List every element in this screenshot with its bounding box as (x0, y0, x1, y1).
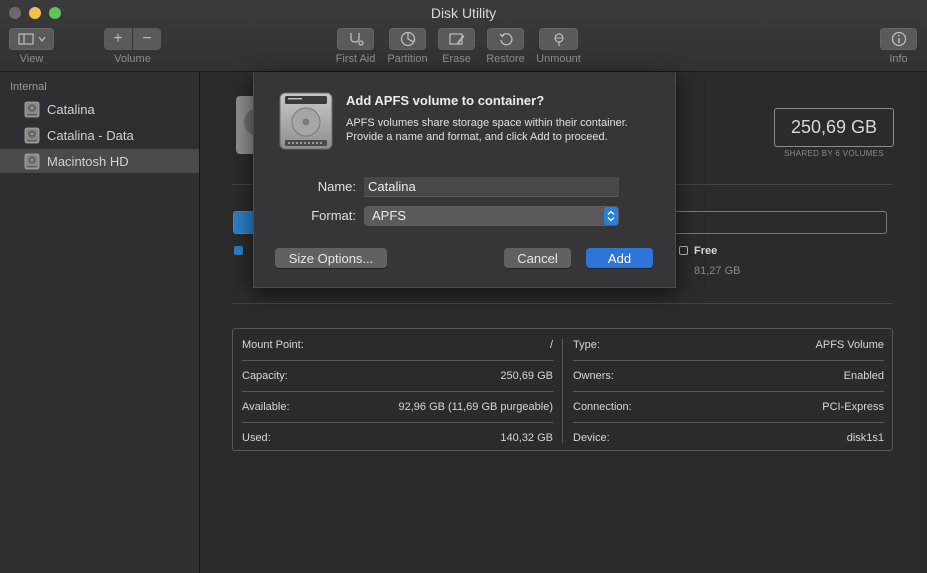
view-button[interactable] (9, 28, 54, 50)
hard-drive-icon (24, 127, 40, 143)
info-value: Enabled (843, 370, 884, 382)
info-key: Connection: (573, 401, 632, 413)
sidebar-item-macintosh-hd[interactable]: Macintosh HD (0, 149, 199, 173)
restore-label: Restore (486, 53, 525, 65)
format-selected-value: APFS (372, 208, 406, 223)
info-key: Capacity: (242, 370, 288, 382)
used-segment (234, 212, 254, 233)
dialog-message: APFS volumes share storage space within … (346, 117, 628, 143)
row-divider (242, 391, 553, 392)
partition-label: Partition (387, 53, 428, 65)
info-row-available: Available: 92,96 GB (11,69 GB purgeable) (242, 397, 553, 417)
info-key: Owners: (573, 370, 614, 382)
sidebar-section-internal: Internal (10, 81, 47, 93)
add-volume-button[interactable]: + (104, 28, 132, 50)
divider (232, 303, 893, 304)
format-label: Format: (311, 208, 356, 223)
chevron-updown-icon (604, 207, 618, 225)
sidebar: Internal Catalina Catalina - Data Macint… (0, 72, 200, 573)
info-value: APFS Volume (815, 339, 884, 351)
view-label: View (19, 53, 44, 65)
info-key: Device: (573, 432, 610, 444)
info-key: Available: (242, 401, 290, 413)
info-row-type: Type: APFS Volume (573, 335, 884, 355)
info-label: Info (889, 53, 908, 65)
volume-capacity: 250,69 GB (774, 108, 894, 147)
remove-volume-button[interactable]: − (133, 28, 161, 50)
info-value: 92,96 GB (11,69 GB purgeable) (398, 401, 553, 413)
plus-icon: + (113, 30, 123, 47)
cancel-button[interactable]: Cancel (504, 248, 571, 268)
shared-volumes-note: SHARED BY 6 VOLUMES (784, 149, 884, 158)
info-row-used: Used: 140,32 GB (242, 428, 553, 448)
info-value: / (549, 339, 553, 351)
add-button[interactable]: Add (586, 248, 653, 268)
size-options-button[interactable]: Size Options... (275, 248, 387, 268)
erase-button[interactable] (438, 28, 475, 50)
restore-button[interactable] (487, 28, 524, 50)
hard-drive-icon (24, 101, 40, 117)
sidebar-item-catalina-data[interactable]: Catalina - Data (0, 123, 199, 147)
info-key: Type: (573, 339, 600, 351)
info-row-capacity: Capacity: 250,69 GB (242, 366, 553, 386)
info-key: Used: (242, 432, 271, 444)
restore-icon (499, 33, 513, 46)
sidebar-item-label: Macintosh HD (47, 153, 129, 169)
row-divider (242, 360, 553, 361)
toolbar: Disk Utility View + − Volume First Aid P… (0, 0, 927, 72)
first-aid-label: First Aid (335, 53, 376, 65)
info-value: disk1s1 (846, 432, 884, 444)
hard-drive-icon (279, 92, 333, 150)
info-row-connection: Connection: PCI-Express (573, 397, 884, 417)
info-icon (891, 31, 906, 47)
column-divider (562, 339, 563, 443)
row-divider (573, 360, 884, 361)
minus-icon: − (142, 30, 152, 47)
partition-button[interactable] (389, 28, 426, 50)
row-divider (573, 391, 884, 392)
hard-drive-icon (24, 153, 40, 169)
info-value: 140,32 GB (500, 432, 553, 444)
sidebar-item-label: Catalina (47, 101, 95, 117)
dialog-title: Add APFS volume to container? (346, 93, 545, 108)
add-volume-sheet: Add APFS volume to container? APFS volum… (253, 72, 676, 288)
volume-name-input[interactable]: Catalina (364, 177, 619, 197)
free-label: Free (694, 245, 718, 257)
pie-chart-icon (400, 31, 415, 47)
info-row-device: Device: disk1s1 (573, 428, 884, 448)
free-value: 81,27 GB (694, 265, 741, 277)
erase-icon (448, 33, 464, 45)
info-value: 250,69 GB (500, 370, 553, 382)
window-title: Disk Utility (430, 5, 497, 21)
disk-utility-window: Disk Utility View + − Volume First Aid P… (0, 0, 927, 573)
sidebar-icon (17, 33, 45, 45)
info-button[interactable] (880, 28, 917, 50)
format-select[interactable]: APFS (364, 206, 619, 226)
sidebar-item-catalina[interactable]: Catalina (0, 97, 199, 121)
sidebar-item-label: Catalina - Data (47, 127, 134, 143)
eject-icon (553, 33, 564, 46)
free-legend-swatch (679, 246, 688, 255)
name-label: Name: (317, 179, 356, 194)
unmount-label: Unmount (536, 53, 581, 65)
info-row-mount-point: Mount Point: / (242, 335, 553, 355)
info-row-owners: Owners: Enabled (573, 366, 884, 386)
used-legend-swatch (234, 246, 243, 255)
row-divider (242, 422, 553, 423)
row-divider (573, 422, 884, 423)
volume-label: Volume (114, 53, 151, 65)
unmount-button[interactable] (539, 28, 578, 50)
stethoscope-icon (349, 33, 364, 46)
first-aid-button[interactable] (337, 28, 374, 50)
info-value: PCI-Express (822, 401, 884, 413)
info-key: Mount Point: (242, 339, 304, 351)
erase-label: Erase (442, 53, 471, 65)
